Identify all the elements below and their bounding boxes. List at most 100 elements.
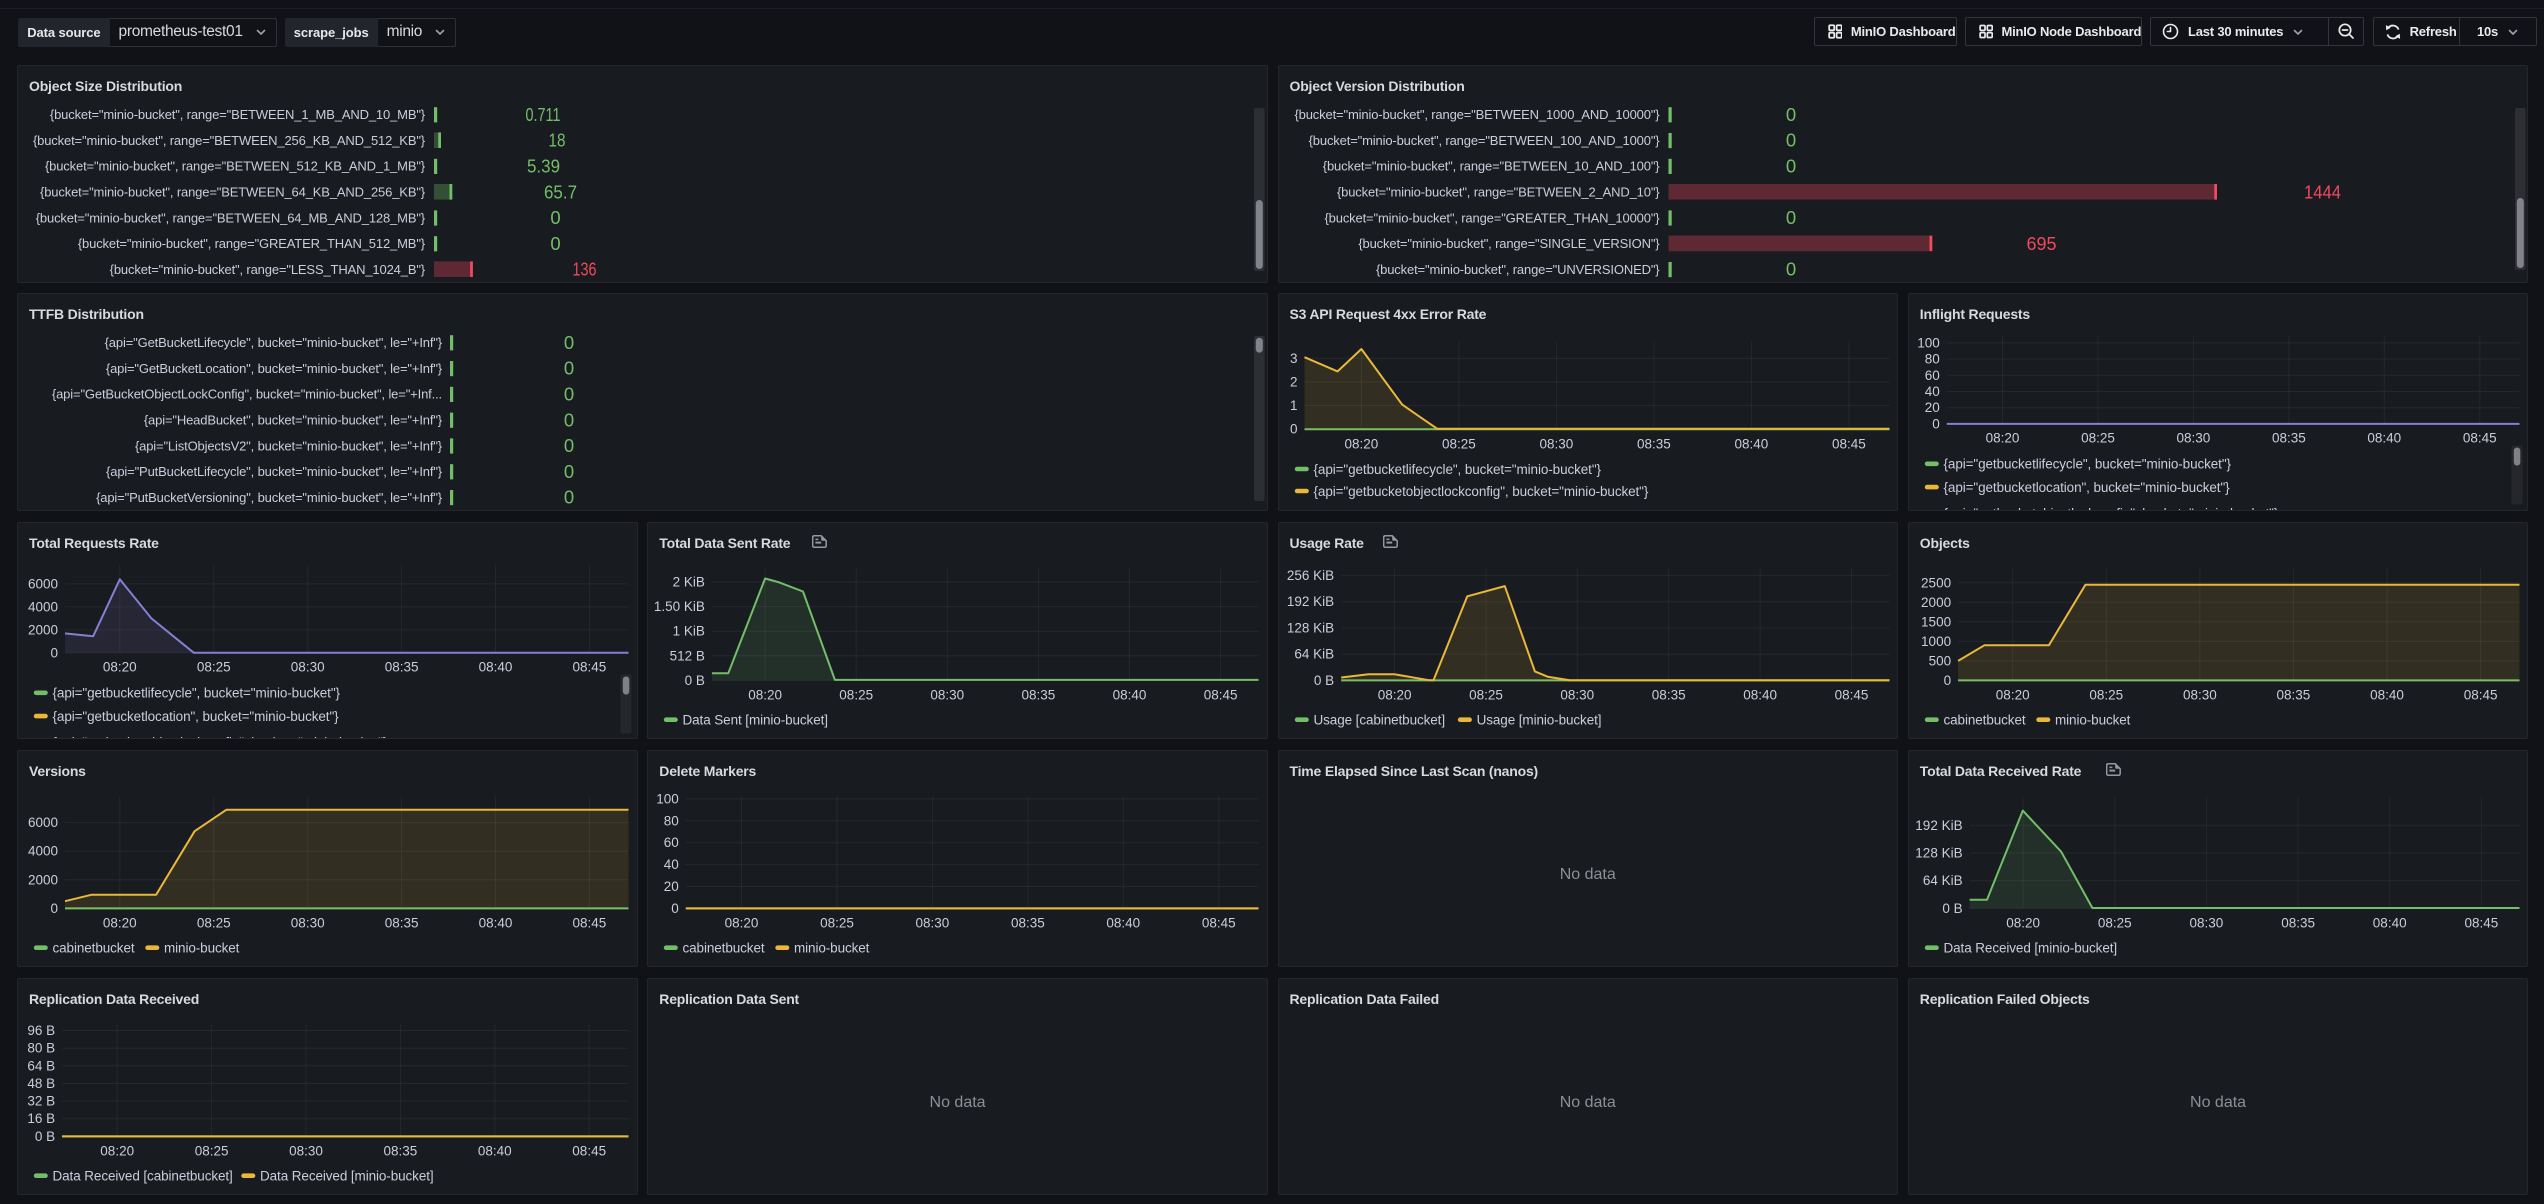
svg-text:20: 20 bbox=[1925, 400, 1940, 415]
svg-text:{bucket="minio-bucket", range=: {bucket="minio-bucket", range="BETWEEN_5… bbox=[45, 159, 426, 174]
svg-text:0: 0 bbox=[1785, 104, 1795, 125]
svg-text:40: 40 bbox=[664, 857, 679, 872]
svg-text:{api="PutBucketLifecycle", buc: {api="PutBucketLifecycle", bucket="minio… bbox=[106, 464, 443, 479]
svg-text:{bucket="minio-bucket", range=: {bucket="minio-bucket", range="BETWEEN_6… bbox=[40, 185, 426, 200]
svg-text:64 KiB: 64 KiB bbox=[1923, 873, 1963, 888]
svg-text:{bucket="minio-bucket", range=: {bucket="minio-bucket", range="BETWEEN_1… bbox=[1322, 159, 1660, 174]
svg-text:08:30: 08:30 bbox=[291, 915, 325, 930]
svg-text:08:25: 08:25 bbox=[1469, 687, 1503, 702]
svg-text:6000: 6000 bbox=[28, 815, 58, 830]
svg-text:{bucket="minio-bucket", range=: {bucket="minio-bucket", range="GREATER_T… bbox=[1324, 210, 1660, 225]
svg-text:0: 0 bbox=[1943, 672, 1951, 687]
svg-text:0.711: 0.711 bbox=[526, 104, 561, 125]
svg-text:128 KiB: 128 KiB bbox=[1286, 620, 1333, 635]
svg-text:08:40: 08:40 bbox=[1743, 687, 1777, 702]
svg-text:08:35: 08:35 bbox=[385, 915, 419, 930]
svg-text:0: 0 bbox=[1289, 422, 1297, 437]
svg-text:{bucket="minio-bucket", range=: {bucket="minio-bucket", range="BETWEEN_1… bbox=[1294, 107, 1660, 122]
svg-text:0: 0 bbox=[564, 435, 574, 456]
svg-text:0: 0 bbox=[1785, 259, 1795, 280]
svg-text:1500: 1500 bbox=[1921, 614, 1951, 629]
svg-text:0: 0 bbox=[564, 487, 574, 508]
svg-text:192 KiB: 192 KiB bbox=[1915, 817, 1962, 832]
svg-text:1.50 KiB: 1.50 KiB bbox=[654, 599, 705, 614]
svg-text:{api="getbucketlifecycle", buc: {api="getbucketlifecycle", bucket="minio… bbox=[1313, 462, 1601, 477]
svg-text:{bucket="minio-bucket", range=: {bucket="minio-bucket", range="GREATER_T… bbox=[78, 236, 426, 251]
svg-text:96 B: 96 B bbox=[27, 1023, 55, 1038]
svg-text:0: 0 bbox=[50, 645, 58, 660]
svg-text:2: 2 bbox=[1289, 375, 1297, 390]
svg-text:80 B: 80 B bbox=[27, 1041, 55, 1056]
svg-text:{bucket="minio-bucket", range=: {bucket="minio-bucket", range="SINGLE_VE… bbox=[1358, 236, 1660, 251]
svg-text:08:45: 08:45 bbox=[573, 659, 607, 674]
svg-text:cabinetbucket: cabinetbucket bbox=[683, 940, 765, 955]
svg-text:08:30: 08:30 bbox=[291, 659, 325, 674]
svg-text:60: 60 bbox=[664, 835, 679, 850]
svg-text:2500: 2500 bbox=[1921, 575, 1951, 590]
svg-text:128 KiB: 128 KiB bbox=[1915, 845, 1962, 860]
svg-text:08:25: 08:25 bbox=[2081, 431, 2115, 446]
svg-text:{api="getbucketlifecycle", buc: {api="getbucketlifecycle", bucket="minio… bbox=[53, 685, 341, 700]
svg-text:08:20: 08:20 bbox=[100, 1143, 134, 1158]
svg-text:08:35: 08:35 bbox=[385, 659, 419, 674]
svg-text:0: 0 bbox=[550, 233, 560, 254]
svg-text:{api="getbucketobjectlockconfi: {api="getbucketobjectlockconfig", bucket… bbox=[53, 735, 388, 739]
svg-text:Data Received [cabinetbucket]: Data Received [cabinetbucket] bbox=[53, 1168, 233, 1183]
svg-text:{api="getbucketlocation", buck: {api="getbucketlocation", bucket="minio-… bbox=[53, 709, 340, 724]
svg-text:08:25: 08:25 bbox=[197, 915, 231, 930]
svg-text:08:35: 08:35 bbox=[1651, 687, 1685, 702]
svg-text:0: 0 bbox=[564, 384, 574, 405]
svg-text:08:25: 08:25 bbox=[197, 659, 231, 674]
svg-text:40: 40 bbox=[1925, 384, 1940, 399]
svg-text:08:20: 08:20 bbox=[103, 915, 137, 930]
svg-text:{api="GetBucketLifecycle", buc: {api="GetBucketLifecycle", bucket="minio… bbox=[105, 335, 443, 350]
svg-text:18: 18 bbox=[549, 130, 566, 151]
svg-text:08:30: 08:30 bbox=[2176, 431, 2210, 446]
svg-text:08:25: 08:25 bbox=[2089, 687, 2123, 702]
svg-text:{api="getbucketobjectlockconfi: {api="getbucketobjectlockconfig", bucket… bbox=[1943, 506, 2278, 510]
svg-text:08:45: 08:45 bbox=[2463, 431, 2497, 446]
svg-text:0 B: 0 B bbox=[1942, 901, 1962, 916]
svg-text:{api="getbucketlifecycle", buc: {api="getbucketlifecycle", bucket="minio… bbox=[1943, 457, 2231, 472]
svg-text:80: 80 bbox=[664, 813, 679, 828]
svg-text:65.7: 65.7 bbox=[544, 181, 577, 202]
svg-text:{bucket="minio-bucket", range=: {bucket="minio-bucket", range="BETWEEN_2… bbox=[33, 133, 426, 148]
svg-text:08:35: 08:35 bbox=[384, 1143, 418, 1158]
svg-text:2000: 2000 bbox=[28, 872, 58, 887]
svg-text:cabinetbucket: cabinetbucket bbox=[1943, 712, 2025, 727]
svg-text:{bucket="minio-bucket", range=: {bucket="minio-bucket", range="UNVERSION… bbox=[1375, 262, 1659, 277]
svg-text:08:20: 08:20 bbox=[1996, 687, 2030, 702]
svg-text:Data Received [minio-bucket]: Data Received [minio-bucket] bbox=[260, 1168, 434, 1183]
svg-text:100: 100 bbox=[657, 791, 680, 806]
svg-text:08:20: 08:20 bbox=[725, 915, 759, 930]
svg-text:08:45: 08:45 bbox=[1204, 687, 1238, 702]
svg-text:4000: 4000 bbox=[28, 599, 58, 614]
svg-text:08:40: 08:40 bbox=[1734, 437, 1768, 452]
svg-text:{api="getbucketobjectlockconfi: {api="getbucketobjectlockconfig", bucket… bbox=[1313, 484, 1648, 499]
svg-text:{api="GetBucketObjectLockConfi: {api="GetBucketObjectLockConfig", bucket… bbox=[52, 387, 442, 402]
svg-text:{api="GetBucketLocation", buck: {api="GetBucketLocation", bucket="minio-… bbox=[106, 361, 443, 376]
svg-text:08:30: 08:30 bbox=[1560, 687, 1594, 702]
svg-text:0 B: 0 B bbox=[685, 672, 705, 687]
svg-text:0: 0 bbox=[550, 207, 560, 228]
svg-text:08:30: 08:30 bbox=[916, 915, 950, 930]
svg-text:08:35: 08:35 bbox=[1022, 687, 1056, 702]
svg-text:cabinetbucket: cabinetbucket bbox=[53, 940, 135, 955]
svg-text:0: 0 bbox=[564, 332, 574, 353]
svg-text:08:30: 08:30 bbox=[289, 1143, 323, 1158]
svg-text:{api="HeadBucket", bucket="min: {api="HeadBucket", bucket="minio-bucket"… bbox=[144, 413, 443, 428]
svg-text:60: 60 bbox=[1925, 368, 1940, 383]
svg-text:08:20: 08:20 bbox=[103, 659, 137, 674]
svg-text:500: 500 bbox=[1928, 653, 1951, 668]
svg-text:Data Sent [minio-bucket]: Data Sent [minio-bucket] bbox=[683, 712, 828, 727]
svg-text:256 KiB: 256 KiB bbox=[1286, 567, 1333, 582]
svg-text:08:30: 08:30 bbox=[1539, 437, 1573, 452]
svg-text:{bucket="minio-bucket", range=: {bucket="minio-bucket", range="BETWEEN_2… bbox=[1336, 185, 1659, 200]
svg-text:08:35: 08:35 bbox=[1637, 437, 1671, 452]
svg-text:08:20: 08:20 bbox=[1985, 431, 2019, 446]
svg-text:2000: 2000 bbox=[1921, 594, 1951, 609]
svg-text:08:30: 08:30 bbox=[2183, 687, 2217, 702]
svg-text:08:25: 08:25 bbox=[1442, 437, 1476, 452]
svg-text:20: 20 bbox=[664, 879, 679, 894]
svg-text:Usage [cabinetbucket]: Usage [cabinetbucket] bbox=[1313, 712, 1444, 727]
